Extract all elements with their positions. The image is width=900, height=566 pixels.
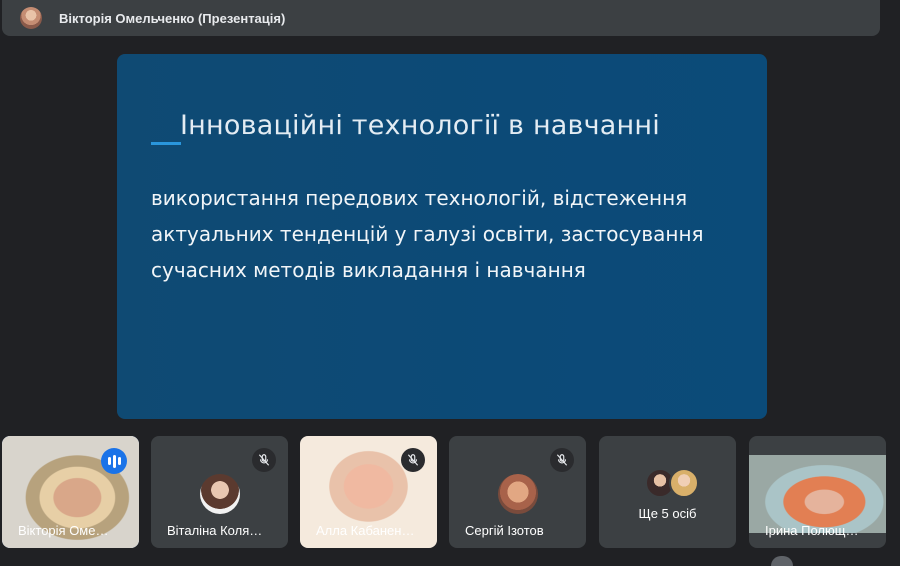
participant-name: Вікторія Оме…: [18, 523, 109, 538]
mic-off-icon: [252, 448, 276, 472]
more-participants-avatars: [645, 468, 699, 498]
mic-off-icon: [550, 448, 574, 472]
slide-accent-line: [151, 142, 181, 145]
mic-off-icon: [401, 448, 425, 472]
more-participants-label: Ще 5 осіб: [638, 506, 697, 521]
participant-name: Віталіна Коля…: [167, 523, 263, 538]
slide-heading: Інноваційні технології в навчанні: [180, 110, 660, 141]
participant-avatar: [199, 474, 240, 514]
participant-tile-6[interactable]: Ірина Полющ…: [749, 436, 886, 548]
participant-name: Ірина Полющ…: [765, 523, 859, 538]
participant-tile-3[interactable]: Алла Кабанен…: [300, 436, 437, 548]
scroll-indicator[interactable]: [771, 556, 793, 566]
slide-body: використання передових технологій, відст…: [151, 186, 704, 282]
more-participants-tile[interactable]: Ще 5 осіб: [599, 436, 736, 548]
participant-name: Сергій Ізотов: [465, 523, 544, 538]
participant-video: [749, 455, 886, 533]
participant-tile-4[interactable]: Сергій Ізотов: [449, 436, 586, 548]
participant-tile-2[interactable]: Віталіна Коля…: [151, 436, 288, 548]
participant-tile-1[interactable]: Вікторія Оме…: [2, 436, 139, 548]
presenter-avatar: [20, 7, 42, 29]
presentation-header: Вікторія Омельченко (Презентація): [2, 0, 880, 36]
participant-name: Алла Кабанен…: [316, 523, 415, 538]
speaking-icon: [101, 448, 127, 474]
presentation-slide: Інноваційні технології в навчанні викори…: [117, 54, 767, 419]
participant-avatar: [497, 474, 538, 514]
presenter-title: Вікторія Омельченко (Презентація): [59, 10, 286, 26]
